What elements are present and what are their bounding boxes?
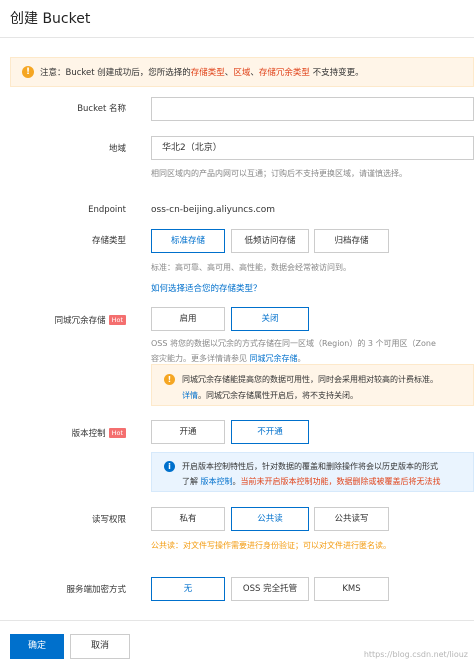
acl-label: 读写权限	[91, 515, 126, 525]
storage-class-infrequent[interactable]: 低频访问存储	[231, 229, 309, 253]
storage-class-hint: 标准：高可靠、高可用、高性能，数据会经常被访问到。	[151, 263, 351, 272]
storage-class-help-link[interactable]: 如何选择适合您的存储类型？	[151, 282, 262, 294]
region-label: 地域	[108, 144, 126, 154]
versioning-disable[interactable]: 不开通	[231, 420, 309, 444]
warning-icon: !	[22, 66, 34, 78]
acl-private[interactable]: 私有	[151, 507, 225, 531]
storage-class-label: 存储类型	[91, 236, 126, 246]
redundancy-warning-tip: ! 同城冗余存储能提高您的数据可用性，同时会采用相对较高的计费标准。 详情。同城…	[151, 364, 474, 406]
acl-warning: 公共读：对文件写操作需要进行身份验证；可以对文件进行匿名读。	[151, 541, 391, 550]
watermark: https://blog.csdn.net/liouz	[363, 650, 468, 659]
storage-class-standard[interactable]: 标准存储	[151, 229, 225, 253]
endpoint-value: oss-cn-beijing.aliyuncs.com	[151, 205, 276, 215]
versioning-label: 版本控制 Hot	[72, 427, 126, 439]
confirm-button[interactable]: 确定	[10, 634, 64, 659]
encryption-kms[interactable]: KMS	[314, 577, 389, 601]
page-title: 创建 Bucket	[10, 11, 91, 27]
redundancy-enable[interactable]: 启用	[151, 307, 225, 331]
redundancy-desc-line1: OSS 将您的数据以冗余的方式存储在同一区域（Region）的 3 个可用区（Z…	[151, 339, 436, 348]
storage-class-archive[interactable]: 归档存储	[314, 229, 389, 253]
cancel-button[interactable]: 取消	[70, 634, 130, 659]
hot-badge: Hot	[108, 315, 126, 325]
versioning-tip-line1: 开启版本控制特性后，针对数据的覆盖和删除操作将会以历史版本的形式	[182, 462, 438, 471]
redundancy-doc-link[interactable]: 同城冗余存储	[250, 354, 298, 363]
redundancy-tip-line1: 同城冗余存储能提高您的数据可用性，同时会采用相对较高的计费标准。	[182, 375, 438, 384]
notice-text: 注意：Bucket 创建成功后，您所选择的存储类型、区域、存储冗余类型 不支持变…	[40, 68, 364, 78]
redundancy-desc-line2: 容灾能力。更多详情请参见 同城冗余存储。	[151, 354, 306, 363]
redundancy-tip-line2: 详情。同城冗余存储属性开启后，将不支持关闭。	[182, 391, 358, 400]
redundancy-details-link[interactable]: 详情	[182, 391, 198, 400]
region-hint: 相同区域内的产品内网可以互通；订购后不支持更换区域，请谨慎选择。	[151, 169, 407, 178]
notice-banner: ! 注意：Bucket 创建成功后，您所选择的存储类型、区域、存储冗余类型 不支…	[10, 57, 474, 87]
bucket-name-label: Bucket 名称	[77, 104, 126, 114]
info-icon: i	[164, 461, 175, 472]
hot-badge: Hot	[108, 428, 126, 438]
encryption-oss-managed[interactable]: OSS 完全托管	[231, 577, 309, 601]
versioning-info-tip: i 开启版本控制特性后，针对数据的覆盖和删除操作将会以历史版本的形式 了解 版本…	[151, 452, 474, 492]
versioning-doc-link[interactable]: 版本控制	[201, 477, 233, 486]
redundancy-disable[interactable]: 关闭	[231, 307, 309, 331]
dialog-header: 创建 Bucket	[0, 0, 474, 38]
encryption-none[interactable]: 无	[151, 577, 225, 601]
encryption-label: 服务端加密方式	[66, 585, 126, 595]
redundancy-label: 同城冗余存储 Hot	[55, 314, 126, 326]
acl-public-read[interactable]: 公共读	[231, 507, 309, 531]
versioning-tip-line2: 了解 版本控制。当前未开启版本控制功能，数据删除或被覆盖后将无法找	[182, 477, 441, 486]
acl-public-read-write[interactable]: 公共读写	[314, 507, 389, 531]
versioning-enable[interactable]: 开通	[151, 420, 225, 444]
warning-icon: !	[164, 374, 175, 385]
endpoint-label: Endpoint	[88, 205, 126, 215]
region-select[interactable]: 华北2（北京）	[151, 136, 474, 160]
bucket-name-input[interactable]	[151, 97, 474, 121]
